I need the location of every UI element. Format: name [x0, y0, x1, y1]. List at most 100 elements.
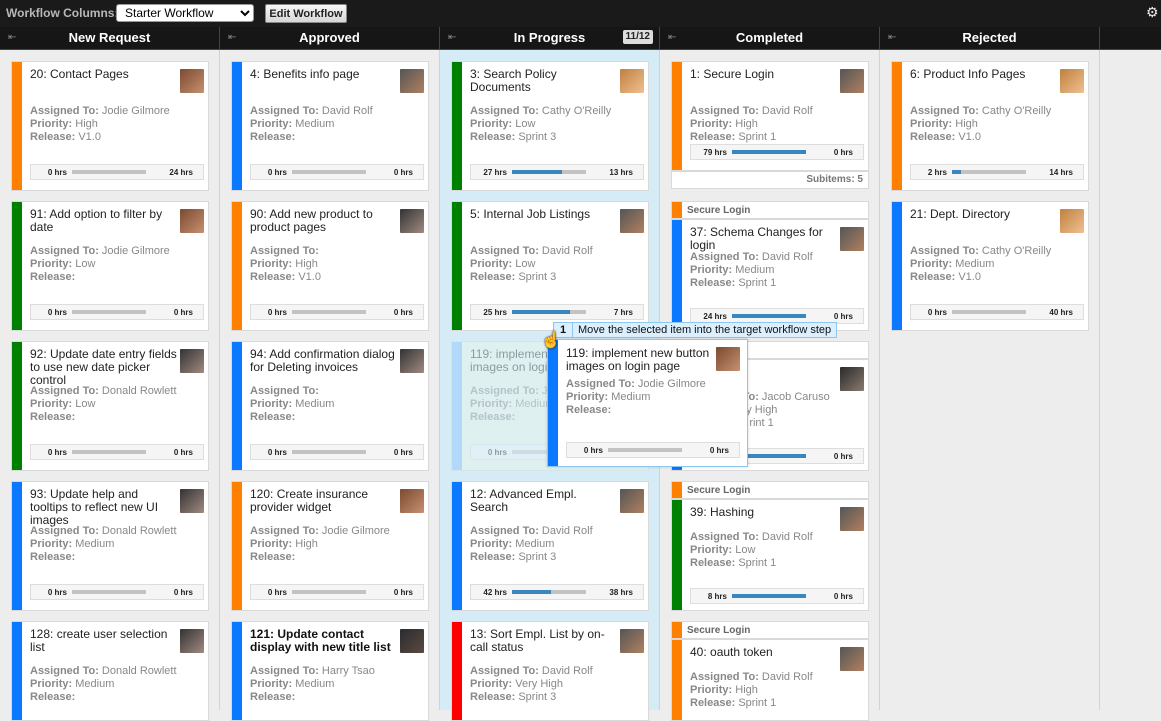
card-title[interactable]: 94: Add confirmation dialog for Deleting… — [250, 348, 398, 374]
collapse-icon[interactable]: ⇤ — [8, 27, 16, 49]
kanban-card[interactable]: 121: Update contact display with new tit… — [231, 621, 429, 721]
progress-fill — [732, 150, 806, 154]
kanban-card[interactable]: 20: Contact Pages Assigned To: Jodie Gilm… — [11, 61, 209, 191]
priority-value: Medium — [75, 678, 115, 690]
card-title[interactable]: 91: Add option to filter by date — [30, 208, 178, 234]
card-title[interactable]: 20: Contact Pages — [30, 68, 178, 81]
release-label: Release: — [470, 131, 516, 143]
hours-left: 40 hrs — [1049, 308, 1073, 317]
card-title[interactable]: 21: Dept. Directory — [910, 208, 1058, 221]
edit-workflow-button[interactable]: Edit Workflow — [265, 4, 347, 23]
column-new-request: 20: Contact Pages Assigned To: Jodie Gilm… — [0, 50, 220, 721]
card-title[interactable]: 121: Update contact display with new tit… — [250, 628, 398, 654]
kanban-card[interactable]: 6: Product Info Pages Assigned To: Cathy … — [891, 61, 1089, 191]
workflow-columns-label: Workflow Columns: — [6, 6, 119, 20]
hours-left: 0 hrs — [833, 312, 853, 321]
priority-label: Priority: — [250, 678, 293, 690]
assigned-label: Assigned To: — [470, 385, 539, 397]
progress-fill — [732, 314, 806, 318]
hours-bar: 0 hrs 40 hrs — [910, 304, 1084, 320]
dragged-card[interactable]: 119: implement new button images on logi… — [547, 339, 748, 467]
priority-label: Priority: — [910, 258, 953, 270]
collapse-icon[interactable]: ⇤ — [228, 27, 236, 49]
hours-done: 0 hrs — [47, 588, 67, 597]
column-title: Completed — [735, 30, 804, 45]
subitems-link[interactable]: Subitems: 5 — [671, 171, 869, 189]
card-title[interactable]: 120: Create insurance provider widget — [250, 488, 398, 514]
card-title[interactable]: 40: oauth token — [690, 646, 838, 659]
kanban-card[interactable]: 128: create user selection list Assigned … — [11, 621, 209, 721]
kanban-card[interactable]: 21: Dept. Directory Assigned To: Cathy O'… — [891, 201, 1089, 331]
parent-tag[interactable]: Secure Login — [671, 621, 869, 639]
priority-label: Priority: — [690, 544, 733, 556]
kanban-card[interactable]: 40: oauth token Assigned To: David Rolf Pr… — [671, 639, 869, 721]
assigned-value: David Rolf — [761, 531, 813, 543]
kanban-card[interactable]: 94: Add confirmation dialog for Deleting… — [231, 341, 429, 471]
progress-fill — [512, 170, 562, 174]
collapse-icon[interactable]: ⇤ — [888, 27, 896, 49]
card-title[interactable]: 13: Sort Empl. List by on-call status — [470, 628, 618, 654]
kanban-card[interactable]: 93: Update help and tooltips to reflect … — [11, 481, 209, 611]
hours-bar: 0 hrs 0 hrs — [30, 304, 204, 320]
gear-icon[interactable]: ⚙ — [1146, 4, 1159, 21]
card-title[interactable]: 90: Add new product to product pages — [250, 208, 398, 234]
kanban-card[interactable]: 91: Add option to filter by date Assigned… — [11, 201, 209, 331]
collapse-icon[interactable]: ⇤ — [668, 27, 676, 49]
kanban-card[interactable]: 5: Internal Job Listings Assigned To: Dav… — [451, 201, 649, 331]
column-title: Approved — [299, 30, 360, 45]
priority-value: Very High — [515, 678, 563, 690]
release-label: Release: — [690, 557, 736, 569]
collapse-icon[interactable]: ⇤ — [448, 27, 456, 49]
card-fields: Assigned To: David Rolf Priority: Low Rele… — [690, 531, 813, 570]
card-title[interactable]: 4: Benefits info page — [250, 68, 398, 81]
workflow-select[interactable]: Starter Workflow — [116, 4, 254, 22]
progress-track — [952, 170, 1026, 174]
release-value: Sprint 3 — [518, 271, 557, 283]
card-title[interactable]: 93: Update help and tooltips to reflect … — [30, 488, 178, 527]
avatar — [840, 507, 864, 531]
kanban-card[interactable]: 4: Benefits info page Assigned To: David … — [231, 61, 429, 191]
card-title[interactable]: 3: Search Policy Documents — [470, 68, 618, 94]
card-title[interactable]: 92: Update date entry fields to use new … — [30, 348, 178, 387]
release-value: Sprint 1 — [738, 277, 777, 289]
card-title[interactable]: 6: Product Info Pages — [910, 68, 1058, 81]
parent-tag[interactable]: Secure Login — [671, 481, 869, 499]
priority-value: Medium — [611, 391, 651, 403]
assigned-value: Cathy O'Reilly — [981, 245, 1052, 257]
kanban-card[interactable]: 12: Advanced Empl. Search Assigned To: Da… — [451, 481, 649, 611]
kanban-card[interactable]: 120: Create insurance provider widget Ass… — [231, 481, 429, 611]
card-title[interactable]: 12: Advanced Empl. Search — [470, 488, 618, 514]
hours-left: 0 hrs — [393, 448, 413, 457]
tooltip-text: Move the selected item into the target w… — [578, 324, 832, 336]
kanban-card[interactable]: 1: Secure Login Assigned To: David Rolf Pr… — [671, 61, 869, 171]
assigned-label: Assigned To: — [910, 105, 979, 117]
assigned-label: Assigned To: — [470, 105, 539, 117]
priority-label: Priority: — [470, 398, 513, 410]
assigned-value: Jacob Caruso — [761, 391, 830, 403]
kanban-card[interactable]: 39: Hashing Assigned To: David Rolf Priori… — [671, 499, 869, 611]
kanban-card[interactable]: 13: Sort Empl. List by on-call status Ass… — [451, 621, 649, 721]
card-title[interactable]: 1: Secure Login — [690, 68, 838, 81]
release-label: Release: — [910, 131, 956, 143]
kanban-card[interactable]: 92: Update date entry fields to use new … — [11, 341, 209, 471]
hours-bar: 42 hrs 38 hrs — [470, 584, 644, 600]
assigned-label: Assigned To: — [250, 665, 319, 677]
card-title[interactable]: 39: Hashing — [690, 506, 838, 519]
assigned-value: Jodie Gilmore — [101, 245, 170, 257]
assigned-label: Assigned To: — [910, 245, 979, 257]
priority-label: Priority: — [910, 118, 953, 130]
hours-done: 0 hrs — [267, 308, 287, 317]
column-rejected: 6: Product Info Pages Assigned To: Cathy … — [880, 50, 1100, 710]
priority-stripe — [12, 342, 22, 470]
card-title[interactable]: 128: create user selection list — [30, 628, 178, 654]
kanban-card[interactable]: 3: Search Policy Documents Assigned To: C… — [451, 61, 649, 191]
progress-track — [512, 310, 586, 314]
assigned-label: Assigned To: — [250, 245, 319, 257]
kanban-card[interactable]: 90: Add new product to product pages Assi… — [231, 201, 429, 331]
hours-bar: 0 hrs 0 hrs — [250, 444, 424, 460]
parent-tag[interactable]: Secure Login — [671, 201, 869, 219]
card-title[interactable]: 5: Internal Job Listings — [470, 208, 618, 221]
kanban-card[interactable]: 37: Schema Changes for login Assigned To:… — [671, 219, 869, 331]
progress-track — [72, 450, 146, 454]
card-title[interactable]: 37: Schema Changes for login — [690, 226, 838, 252]
